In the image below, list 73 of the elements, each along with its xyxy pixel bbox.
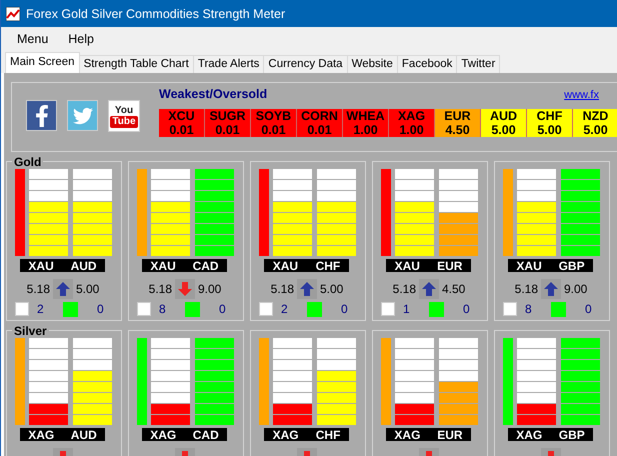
status-square xyxy=(307,302,322,316)
symbol-label: XAG xyxy=(272,428,299,442)
symbol-label: AUD xyxy=(70,428,97,442)
quote-value: 5.00 xyxy=(76,282,100,296)
strength-cell: SUGR 0.01 xyxy=(205,109,251,137)
symbol-label: GBP xyxy=(558,428,585,442)
quote-value: 4.50 xyxy=(442,282,466,296)
symbol-label: EUR xyxy=(437,258,462,272)
symbol-label: XAU xyxy=(516,258,542,272)
table-title: Weakest/Oversold xyxy=(159,87,268,101)
tab[interactable]: Main Screen xyxy=(5,52,80,73)
symbol-label: XAG xyxy=(150,428,176,442)
website-link[interactable]: www.fx xyxy=(564,89,599,101)
strength-cell: XCU 0.01 xyxy=(159,109,205,137)
checkbox[interactable] xyxy=(503,302,517,316)
signal-count: 0 xyxy=(584,302,592,316)
strength-cell: SOYB 0.01 xyxy=(251,109,297,137)
youtube-icon[interactable]: You Tube xyxy=(108,100,140,132)
base-value: 5.18 xyxy=(392,282,416,296)
symbol-label: AUD xyxy=(70,258,97,272)
strength-cell: CHF 5.00 xyxy=(527,109,573,137)
checkbox[interactable] xyxy=(259,302,273,316)
base-value: 5.18 xyxy=(514,282,538,296)
strength-cell: EUR 4.50 xyxy=(435,109,481,137)
status-square xyxy=(429,302,444,316)
strength-cell: AUD 5.00 xyxy=(481,109,527,137)
symbol-label: CAD xyxy=(192,428,219,442)
base-value: 5.18 xyxy=(26,282,50,296)
twitter-icon[interactable] xyxy=(67,100,98,131)
count-value: 2 xyxy=(36,302,45,316)
strength-cell: XAG 1.00 xyxy=(389,109,435,137)
quote-value: 5.00 xyxy=(320,282,344,296)
status-square xyxy=(551,302,566,316)
status-square xyxy=(63,302,78,316)
symbol-label: CHF xyxy=(316,428,340,442)
facebook-icon[interactable] xyxy=(26,100,57,131)
symbol-label: CHF xyxy=(316,258,340,272)
quote-value: 9.00 xyxy=(564,282,588,296)
base-value: 5.18 xyxy=(270,282,294,296)
strength-cell: CORN 0.01 xyxy=(297,109,343,137)
symbol-label: CAD xyxy=(192,258,219,272)
app-chart-icon xyxy=(6,6,20,20)
menu-item[interactable]: Menu xyxy=(9,30,56,48)
symbol-label: GBP xyxy=(558,258,585,272)
group-label: Silver xyxy=(12,325,49,337)
symbol-label: XAU xyxy=(394,258,420,272)
symbol-label: XAU xyxy=(272,258,298,272)
checkbox[interactable] xyxy=(15,302,29,316)
count-value: 8 xyxy=(524,302,533,316)
base-value: 5.18 xyxy=(148,282,172,296)
symbol-label: XAU xyxy=(150,258,176,272)
symbol-label: XAG xyxy=(516,428,542,442)
signal-count: 0 xyxy=(96,302,104,316)
count-value: 8 xyxy=(158,302,167,316)
checkbox[interactable] xyxy=(137,302,151,316)
menu-item[interactable]: Help xyxy=(60,30,102,48)
tab[interactable]: Twitter xyxy=(456,55,500,73)
signal-count: 0 xyxy=(462,302,470,316)
window-title: Forex Gold Silver Commodities Strength Meter xyxy=(26,6,286,20)
status-square xyxy=(185,302,200,316)
signal-count: 0 xyxy=(218,302,226,316)
symbol-label: XAG xyxy=(28,428,54,442)
group-label: Gold xyxy=(12,156,44,168)
symbol-label: XAU xyxy=(28,258,54,272)
count-value: 1 xyxy=(402,302,411,316)
signal-count: 0 xyxy=(340,302,348,316)
strength-cell: WHEA 1.00 xyxy=(343,109,389,137)
symbol-label: EUR xyxy=(437,428,463,442)
quote-value: 9.00 xyxy=(198,282,222,296)
checkbox[interactable] xyxy=(381,302,395,316)
strength-cell: NZD 5.00 xyxy=(573,109,617,137)
symbol-label: XAG xyxy=(394,428,420,442)
count-value: 2 xyxy=(280,302,289,316)
